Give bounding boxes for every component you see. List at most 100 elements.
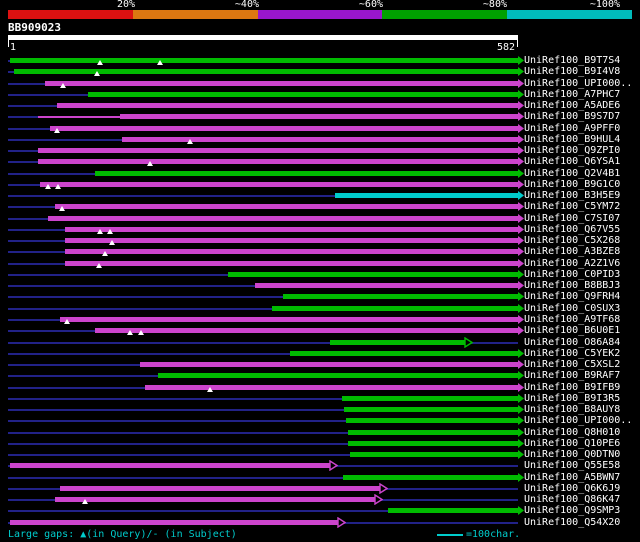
hit-label[interactable]: UniRef100_C5YEK2: [524, 348, 620, 359]
alignment-bar[interactable]: [57, 103, 518, 108]
hit-label[interactable]: UniRef100_A9PFF0: [524, 123, 620, 134]
hit-label[interactable]: UniRef100_B8AUY8: [524, 404, 620, 415]
alignment-bar[interactable]: [283, 294, 518, 299]
scale-label-20: 20%: [116, 0, 135, 10]
query-gap-marker-icon: [94, 71, 101, 76]
hit-label[interactable]: UniRef100_C5XSL2: [524, 359, 620, 370]
hit-label[interactable]: UniRef100_Q10PE6: [524, 438, 620, 449]
alignment-bar[interactable]: [120, 114, 518, 119]
hit-label[interactable]: UniRef100_Q9SMP3: [524, 505, 620, 516]
alignment-bar[interactable]: [271, 306, 518, 311]
alignment-bar[interactable]: [341, 396, 518, 401]
hit-label[interactable]: UniRef100_C7SI07: [524, 213, 620, 224]
alignment-bar[interactable]: [14, 69, 518, 74]
hit-label[interactable]: UniRef100_A9TF68: [524, 314, 620, 325]
alignment-bar[interactable]: [227, 272, 518, 277]
hit-label[interactable]: UniRef100_Q86K47: [524, 494, 620, 505]
alignment-bar[interactable]: [343, 407, 518, 412]
alignment-bar[interactable]: [94, 328, 518, 333]
hit-label[interactable]: UniRef100_Q67V55: [524, 224, 620, 235]
hit-label[interactable]: UniRef100_C5YM72: [524, 201, 620, 212]
alignment-bar[interactable]: [349, 452, 518, 457]
query-start-label: 1: [10, 42, 17, 53]
alignment-bar[interactable]: [50, 126, 518, 131]
hit-row: UniRef100_B9T7S4: [0, 55, 640, 66]
alignment-bar[interactable]: [348, 441, 518, 446]
alignment-bar[interactable]: [40, 182, 518, 187]
hit-row: UniRef100_Q9FRH4: [0, 291, 640, 302]
hit-label[interactable]: UniRef100_B6U0E1: [524, 325, 620, 336]
hit-label[interactable]: UniRef100_UPI000..: [524, 415, 632, 426]
hit-row: UniRef100_C0SUX3: [0, 303, 640, 314]
hit-label[interactable]: UniRef100_A5ADE6: [524, 100, 620, 111]
hit-label[interactable]: UniRef100_B8BBJ3: [524, 280, 620, 291]
hit-label[interactable]: UniRef100_B9G1C0: [524, 179, 620, 190]
hit-label[interactable]: UniRef100_Q54X20: [524, 517, 620, 528]
hit-label[interactable]: UniRef100_Q6YSA1: [524, 156, 620, 167]
alignment-bar[interactable]: [290, 351, 518, 356]
hit-label[interactable]: UniRef100_O86A84: [524, 337, 620, 348]
alignment-bar[interactable]: [37, 159, 518, 164]
alignment-bar[interactable]: [121, 137, 518, 142]
hit-label[interactable]: UniRef100_B3H5E9: [524, 190, 620, 201]
hit-label[interactable]: UniRef100_C0SUX3: [524, 303, 620, 314]
alignment-bar[interactable]: [255, 283, 518, 288]
hit-label[interactable]: UniRef100_B9T7S4: [524, 55, 620, 66]
alignment-bar[interactable]: [348, 430, 518, 435]
alignment-bar[interactable]: [157, 373, 518, 378]
alignment-bar[interactable]: [44, 81, 518, 86]
alignment-bar[interactable]: [94, 171, 518, 176]
alignment-bar[interactable]: [64, 249, 518, 254]
alignment-bar[interactable]: [64, 261, 518, 266]
hit-label[interactable]: UniRef100_B9HUL4: [524, 134, 620, 145]
hit-label[interactable]: UniRef100_A3BZE8: [524, 246, 620, 257]
hit-row: UniRef100_Q9ZPI0: [0, 145, 640, 156]
alignment-bar[interactable]: [64, 227, 518, 232]
hit-label[interactable]: UniRef100_Q55E58: [524, 460, 620, 471]
hit-label[interactable]: UniRef100_B9S7D7: [524, 111, 620, 122]
alignment-bar[interactable]: [9, 463, 330, 468]
alignment-bar[interactable]: [64, 238, 518, 243]
hit-row: UniRef100_B9RAF7: [0, 370, 640, 381]
alignment-bar[interactable]: [334, 193, 518, 198]
alignment-bar[interactable]: [55, 204, 518, 209]
hit-label[interactable]: UniRef100_B9I3R5: [524, 393, 620, 404]
hit-label[interactable]: UniRef100_B9IFB9: [524, 382, 620, 393]
hit-row: UniRef100_Q6YSA1: [0, 156, 640, 167]
alignment-bar[interactable]: [37, 148, 518, 153]
hit-label[interactable]: UniRef100_Q9ZPI0: [524, 145, 620, 156]
hit-label[interactable]: UniRef100_A5BWN7: [524, 472, 620, 483]
hit-row: UniRef100_B6U0E1: [0, 325, 640, 336]
hit-label[interactable]: UniRef100_Q2V4B1: [524, 168, 620, 179]
alignment-bar[interactable]: [37, 116, 121, 118]
alignment-bar[interactable]: [342, 475, 518, 480]
hit-label[interactable]: UniRef100_Q0DTN0: [524, 449, 620, 460]
hit-label[interactable]: UniRef100_Q6K6J9: [524, 483, 620, 494]
alignment-bar[interactable]: [87, 92, 518, 97]
query-gap-marker-icon: [106, 229, 113, 234]
hit-label[interactable]: UniRef100_B9I4V8: [524, 66, 620, 77]
hit-label[interactable]: UniRef100_Q9FRH4: [524, 291, 620, 302]
hit-row: UniRef100_Q54X20: [0, 517, 640, 528]
hit-label[interactable]: UniRef100_A7PHC7: [524, 89, 620, 100]
alignment-bar[interactable]: [59, 317, 518, 322]
hit-label[interactable]: UniRef100_UPI000..: [524, 78, 632, 89]
hit-label[interactable]: UniRef100_C5X268: [524, 235, 620, 246]
alignment-bar[interactable]: [346, 418, 518, 423]
alignment-bar[interactable]: [55, 497, 376, 502]
hit-label[interactable]: UniRef100_A2Z1V6: [524, 258, 620, 269]
alignment-bar[interactable]: [48, 216, 518, 221]
alignment-bar[interactable]: [140, 362, 518, 367]
query-gap-marker-icon: [102, 251, 109, 256]
alignment-bar[interactable]: [144, 385, 518, 390]
hit-label[interactable]: UniRef100_Q8H010: [524, 427, 620, 438]
alignment-bar[interactable]: [59, 486, 380, 491]
alignment-bar[interactable]: [9, 520, 339, 525]
alignment-bar[interactable]: [388, 508, 518, 513]
alignment-bar[interactable]: [329, 340, 465, 345]
hit-row: UniRef100_A2Z1V6: [0, 258, 640, 269]
alignment-bar[interactable]: [9, 58, 518, 63]
identity-scale-segment: [8, 10, 133, 19]
hit-label[interactable]: UniRef100_B9RAF7: [524, 370, 620, 381]
hit-label[interactable]: UniRef100_C0PID3: [524, 269, 620, 280]
